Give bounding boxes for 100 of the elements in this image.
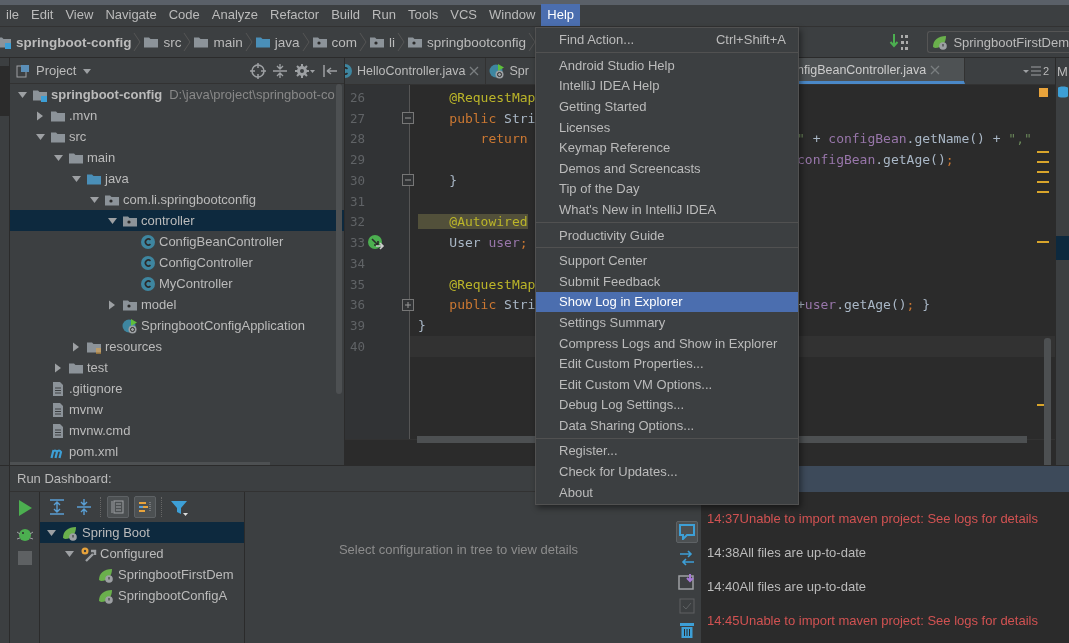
locate-icon[interactable] bbox=[250, 62, 266, 79]
menu-item[interactable]: Find Action... Ctrl+Shift+A bbox=[536, 28, 798, 50]
breadcrumb-item[interactable]: main bbox=[193, 34, 243, 50]
tree-item[interactable]: SpringbootFirstDem bbox=[40, 564, 244, 585]
menu-bar-item[interactable]: Edit bbox=[25, 4, 60, 26]
menu-bar-item[interactable]: Help bbox=[541, 4, 581, 26]
menu-item[interactable]: Compress Logs and Show in Explorer bbox=[536, 332, 798, 354]
menu-bar-item[interactable]: Build bbox=[325, 4, 367, 26]
toolbar-button[interactable] bbox=[675, 521, 698, 543]
menu-item[interactable]: What's New in IntelliJ IDEA bbox=[536, 199, 798, 220]
scrollbar[interactable] bbox=[417, 436, 535, 443]
tree-item[interactable]: test bbox=[10, 357, 344, 378]
tree-item[interactable]: .gitignore bbox=[10, 378, 344, 399]
collapse-all-icon bbox=[75, 498, 93, 516]
tree-item[interactable]: SpringbootConfigA bbox=[40, 585, 244, 606]
file-icon bbox=[50, 380, 66, 397]
sync-icon[interactable] bbox=[677, 550, 696, 566]
debug-icon[interactable] bbox=[15, 526, 34, 542]
tree-item[interactable]: mvnw.cmd bbox=[10, 420, 344, 441]
menu-bar-item[interactable]: Navigate bbox=[99, 4, 163, 26]
menu-item[interactable]: Submit Feedback bbox=[536, 270, 798, 292]
tree-item[interactable]: controller bbox=[10, 210, 344, 231]
menu-item[interactable]: Keymap Reference bbox=[536, 137, 798, 158]
close-icon[interactable] bbox=[469, 66, 480, 76]
menu-item[interactable]: Data Sharing Options... bbox=[536, 415, 798, 436]
menu-item[interactable]: Check for Updates... bbox=[536, 461, 798, 482]
menu-bar-item[interactable]: VCS bbox=[444, 4, 484, 26]
expand-all-icon bbox=[48, 498, 66, 516]
code-text: return bbox=[479, 131, 528, 147]
editor-tab[interactable]: Spr bbox=[486, 58, 529, 84]
menu-item[interactable]: Edit Custom Properties... bbox=[536, 353, 798, 374]
scrollbar[interactable] bbox=[336, 84, 342, 394]
breadcrumb-item[interactable]: com bbox=[311, 34, 358, 50]
tree-item[interactable]: .mvn bbox=[10, 105, 344, 126]
project-view-selector[interactable]: Project bbox=[16, 63, 93, 78]
code-text: public Stri bbox=[448, 297, 536, 313]
menu-bar-item[interactable]: ile bbox=[0, 4, 25, 26]
menu-item[interactable]: Getting Started bbox=[536, 96, 798, 117]
scrollbar[interactable] bbox=[797, 436, 1027, 443]
tree-item[interactable]: com.li.springbootconfig bbox=[10, 189, 344, 210]
scrollbar[interactable] bbox=[1044, 338, 1051, 465]
spring-app-icon bbox=[122, 317, 138, 334]
menu-item[interactable]: IntelliJ IDEA Help bbox=[536, 75, 798, 97]
tree-item[interactable]: Spring Boot bbox=[40, 522, 244, 543]
run-icon[interactable] bbox=[16, 499, 33, 517]
editor-tab[interactable]: HelloController.java bbox=[345, 58, 487, 84]
checkbox-icon[interactable] bbox=[678, 598, 695, 614]
tree-item[interactable]: java bbox=[10, 168, 344, 189]
menu-item[interactable]: Edit Custom VM Options... bbox=[536, 373, 798, 395]
tree-item[interactable]: main bbox=[10, 147, 344, 168]
close-icon[interactable] bbox=[930, 64, 941, 75]
breadcrumb-item[interactable]: springbootconfig bbox=[407, 34, 527, 50]
collapse-all-icon[interactable] bbox=[272, 62, 288, 79]
menu-item[interactable]: Settings Summary bbox=[536, 312, 798, 333]
tree-item[interactable]: model bbox=[10, 294, 344, 315]
tree-item[interactable]: resources bbox=[10, 336, 344, 357]
expand-fold-icon[interactable] bbox=[402, 298, 414, 311]
menu-item[interactable]: Debug Log Settings... bbox=[536, 394, 798, 416]
editor-tab[interactable]: nfigBeanController.java bbox=[797, 58, 965, 84]
import-icon[interactable] bbox=[677, 573, 696, 591]
tree-item[interactable]: springboot-config D:\java\project\springboot-co bbox=[10, 84, 344, 105]
collapse-fold-icon[interactable] bbox=[402, 174, 414, 186]
settings-icon[interactable] bbox=[294, 62, 316, 79]
tree-item[interactable]: MyController bbox=[10, 273, 344, 294]
collapse-fold-icon[interactable] bbox=[402, 111, 414, 124]
menu-bar-item[interactable]: View bbox=[59, 4, 100, 26]
menu-bar-item[interactable]: Refactor bbox=[264, 4, 326, 26]
toolbar-button[interactable] bbox=[134, 496, 156, 518]
run-configuration-selector[interactable]: SpringbootFirstDem bbox=[927, 31, 1069, 53]
tree-item[interactable]: mvnw bbox=[10, 399, 344, 420]
menu-item[interactable]: About bbox=[536, 481, 798, 503]
menu-item[interactable]: Show Log in Explorer bbox=[536, 291, 798, 313]
tree-item[interactable]: SpringbootConfigApplication bbox=[10, 315, 344, 336]
tool-window-tab[interactable]: M bbox=[1057, 64, 1068, 79]
breadcrumb-item[interactable]: src bbox=[143, 34, 182, 50]
tree-item[interactable]: ConfigBeanController bbox=[10, 231, 344, 252]
menu-bar-item[interactable]: Tools bbox=[401, 4, 445, 26]
tree-item[interactable]: ConfigController bbox=[10, 252, 344, 273]
log-entry: 14:45Unable to import maven project: See logs for details bbox=[707, 612, 1038, 628]
menu-item[interactable]: Licenses bbox=[536, 116, 798, 138]
menu-item[interactable]: Register... bbox=[536, 440, 798, 462]
hide-panel-icon[interactable] bbox=[322, 62, 338, 79]
tab-list-button[interactable]: 2 bbox=[1022, 58, 1055, 84]
breadcrumb-item[interactable]: li bbox=[369, 34, 396, 50]
tree-item[interactable]: pom.xml bbox=[10, 441, 344, 462]
tree-item[interactable]: src bbox=[10, 126, 344, 147]
menu-item[interactable]: Tip of the Day bbox=[536, 178, 798, 200]
menu-item[interactable]: Productivity Guide bbox=[536, 224, 798, 246]
menu-bar-item[interactable]: Window bbox=[483, 4, 542, 26]
trash-icon[interactable] bbox=[678, 621, 695, 639]
menu-item[interactable]: Support Center bbox=[536, 250, 798, 271]
database-icon[interactable] bbox=[1056, 85, 1069, 99]
breadcrumb-item[interactable]: springboot-config bbox=[0, 34, 132, 50]
menu-bar-item[interactable]: Analyze bbox=[205, 4, 264, 26]
menu-item[interactable]: Demos and Screencasts bbox=[536, 157, 798, 179]
menu-bar-item[interactable]: Code bbox=[162, 4, 206, 26]
breadcrumb-item[interactable]: java bbox=[254, 34, 300, 50]
menu-bar-item[interactable]: Run bbox=[366, 4, 402, 26]
menu-item[interactable]: Android Studio Help bbox=[536, 55, 798, 76]
tree-item[interactable]: Configured bbox=[40, 543, 244, 564]
